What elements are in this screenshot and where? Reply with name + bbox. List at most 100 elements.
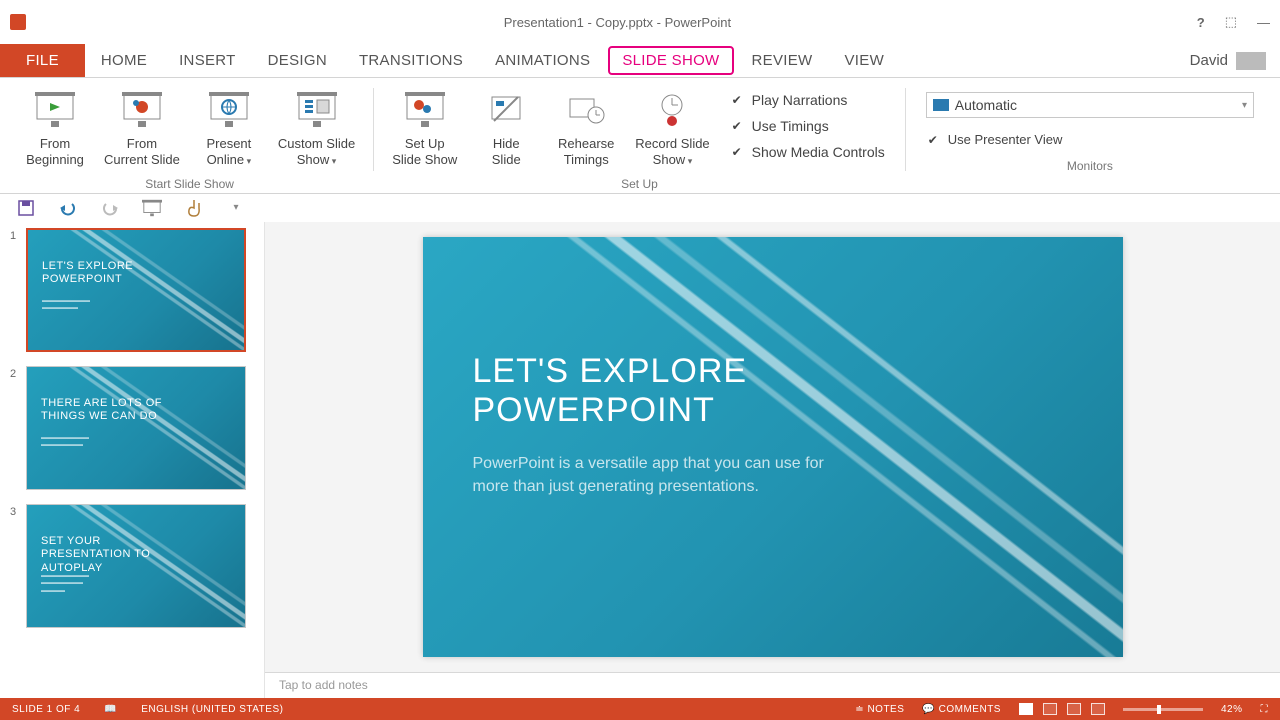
group-label-setup: Set Up: [621, 177, 658, 191]
show-media-controls-checkbox[interactable]: ✔Show Media Controls: [730, 144, 885, 160]
thumbnail-title: SET YOUR PRESENTATION TO AUTOPLAY: [41, 535, 185, 576]
zoom-percent[interactable]: 42%: [1221, 704, 1243, 715]
language-status[interactable]: ENGLISH (UNITED STATES): [141, 704, 283, 715]
powerpoint-icon: [10, 14, 26, 30]
comments-toggle[interactable]: 💬 COMMENTS: [922, 704, 1001, 715]
slide-title[interactable]: LET'S EXPLORE POWERPOINT: [473, 352, 903, 430]
fit-to-window-icon[interactable]: ⛶: [1261, 704, 1269, 715]
custom-slide-show-label: Custom Slide Show: [278, 136, 355, 169]
thumbnail-title: THERE ARE LOTS OF THINGS WE CAN DO: [41, 397, 185, 425]
spellcheck-icon[interactable]: 📖: [104, 704, 117, 715]
current-slide[interactable]: LET'S EXPLORE POWERPOINT PowerPoint is a…: [423, 237, 1123, 657]
user-name-label: David: [1190, 52, 1228, 69]
save-icon[interactable]: [16, 198, 36, 218]
tab-slide-show[interactable]: SLIDE SHOW: [608, 46, 733, 75]
help-icon[interactable]: ?: [1197, 15, 1205, 30]
thumbnail-subtext: ▬▬▬▬▬▬▬▬▬▬▬▬▬▬▬: [41, 435, 175, 451]
thumbnail-number: 2: [10, 366, 20, 380]
ribbon-display-options-icon[interactable]: ⬚: [1225, 14, 1237, 30]
chevron-down-icon: ▾: [1242, 100, 1247, 111]
tab-view[interactable]: VIEW: [829, 44, 901, 77]
checkmark-icon: ✔: [730, 93, 744, 107]
use-timings-label: Use Timings: [752, 118, 829, 134]
tab-home[interactable]: HOME: [85, 44, 163, 77]
from-beginning-button[interactable]: From Beginning: [20, 84, 90, 173]
zoom-slider[interactable]: [1123, 708, 1203, 711]
undo-icon[interactable]: [58, 198, 78, 218]
from-current-slide-label: From Current Slide: [104, 136, 180, 169]
set-up-slide-show-label: Set Up Slide Show: [392, 136, 457, 169]
from-beginning-label: From Beginning: [26, 136, 84, 169]
show-media-controls-label: Show Media Controls: [752, 144, 885, 160]
set-up-slide-show-button[interactable]: Set Up Slide Show: [388, 84, 461, 173]
signed-in-user[interactable]: David: [1176, 44, 1280, 77]
ribbon-tabs: FILE HOME INSERT DESIGN TRANSITIONS ANIM…: [0, 44, 1280, 78]
reading-view-icon[interactable]: [1067, 703, 1081, 715]
group-start-slide-show: From Beginning From Current Slide Presen…: [12, 84, 367, 191]
tab-transitions[interactable]: TRANSITIONS: [343, 44, 479, 77]
use-presenter-view-label: Use Presenter View: [948, 132, 1063, 147]
qat-more-icon[interactable]: ▾: [226, 198, 246, 218]
ribbon: From Beginning From Current Slide Presen…: [0, 78, 1280, 194]
present-online-button[interactable]: Present Online: [194, 84, 264, 173]
thumbnail-title: LET'S EXPLORE POWERPOINT: [42, 260, 184, 288]
document-title: Presentation1 - Copy.pptx - PowerPoint: [38, 15, 1197, 30]
rehearse-timings-button[interactable]: Rehearse Timings: [551, 84, 621, 173]
slide-subtitle[interactable]: PowerPoint is a versatile app that you c…: [473, 452, 863, 498]
group-set-up: Set Up Slide Show Hide Slide Rehearse Ti…: [380, 84, 899, 191]
hide-slide-label: Hide Slide: [492, 136, 521, 169]
group-monitors: Automatic ▾ ✔Use Presenter View Monitors: [912, 84, 1268, 191]
thumbnail-number: 1: [10, 228, 20, 242]
hide-slide-icon: [482, 88, 530, 132]
slideshow-view-icon[interactable]: [1091, 703, 1105, 715]
slide-sorter-view-icon[interactable]: [1043, 703, 1057, 715]
separator: [373, 88, 374, 171]
thumbnail-subtext: ▬▬▬▬▬▬▬▬▬▬▬▬▬▬: [42, 298, 174, 314]
slide-thumbnail-2[interactable]: THERE ARE LOTS OF THINGS WE CAN DO ▬▬▬▬▬…: [26, 366, 246, 490]
custom-slide-show-button[interactable]: Custom Slide Show: [274, 84, 359, 173]
from-current-slide-button[interactable]: From Current Slide: [100, 84, 184, 173]
status-bar: SLIDE 1 OF 4 📖 ENGLISH (UNITED STATES) ≐…: [0, 698, 1280, 720]
play-narrations-checkbox[interactable]: ✔Play Narrations: [730, 92, 885, 108]
quick-access-toolbar: ▾: [0, 194, 1280, 222]
separator: [905, 88, 906, 171]
group-label-start: Start Slide Show: [145, 177, 234, 191]
monitor-select-value: Automatic: [955, 97, 1236, 113]
notes-pane[interactable]: Tap to add notes: [265, 672, 1280, 698]
minimize-icon[interactable]: —: [1257, 15, 1270, 30]
tab-file[interactable]: FILE: [0, 44, 85, 77]
tab-animations[interactable]: ANIMATIONS: [479, 44, 606, 77]
set-up-checklist: ✔Play Narrations ✔Use Timings ✔Show Medi…: [724, 84, 891, 168]
slide-position[interactable]: SLIDE 1 OF 4: [12, 704, 80, 715]
slide-thumbnail-3[interactable]: SET YOUR PRESENTATION TO AUTOPLAY ▬▬▬▬▬▬…: [26, 504, 246, 628]
thumbnail-number: 3: [10, 504, 20, 518]
thumbnail-row: 3 SET YOUR PRESENTATION TO AUTOPLAY ▬▬▬▬…: [10, 504, 254, 628]
rehearse-timings-icon: [562, 88, 610, 132]
tab-review[interactable]: REVIEW: [736, 44, 829, 77]
slide-canvas[interactable]: LET'S EXPLORE POWERPOINT PowerPoint is a…: [265, 222, 1280, 673]
use-timings-checkbox[interactable]: ✔ Use Timings: [730, 118, 885, 134]
custom-slide-show-icon: [293, 88, 341, 132]
notes-toggle[interactable]: ≐ NOTES: [855, 704, 904, 715]
from-beginning-icon: [31, 88, 79, 132]
redo-icon[interactable]: [100, 198, 120, 218]
hide-slide-button[interactable]: Hide Slide: [471, 84, 541, 173]
touch-mode-icon[interactable]: [184, 198, 204, 218]
user-avatar: [1236, 52, 1266, 70]
checkmark-icon: ✔: [730, 119, 744, 133]
main-area: 1 LET'S EXPLORE POWERPOINT ▬▬▬▬▬▬▬▬▬▬▬▬▬…: [0, 222, 1280, 699]
start-from-beginning-icon[interactable]: [142, 198, 162, 218]
slide-thumbnail-panel[interactable]: 1 LET'S EXPLORE POWERPOINT ▬▬▬▬▬▬▬▬▬▬▬▬▬…: [0, 222, 265, 699]
tab-insert[interactable]: INSERT: [163, 44, 252, 77]
record-slide-show-button[interactable]: Record Slide Show: [631, 84, 713, 173]
record-slide-show-label: Record Slide Show: [635, 136, 709, 169]
monitor-select[interactable]: Automatic ▾: [926, 92, 1254, 118]
from-current-slide-icon: [118, 88, 166, 132]
use-presenter-view-checkbox[interactable]: ✔ Use Presenter View: [926, 132, 1254, 147]
tab-design[interactable]: DESIGN: [252, 44, 343, 77]
checkmark-icon: ✔: [926, 133, 940, 147]
slide-editor: LET'S EXPLORE POWERPOINT PowerPoint is a…: [265, 222, 1280, 699]
present-online-label: Present Online: [206, 136, 251, 169]
slide-thumbnail-1[interactable]: LET'S EXPLORE POWERPOINT ▬▬▬▬▬▬▬▬▬▬▬▬▬▬: [26, 228, 246, 352]
normal-view-icon[interactable]: [1019, 703, 1033, 715]
